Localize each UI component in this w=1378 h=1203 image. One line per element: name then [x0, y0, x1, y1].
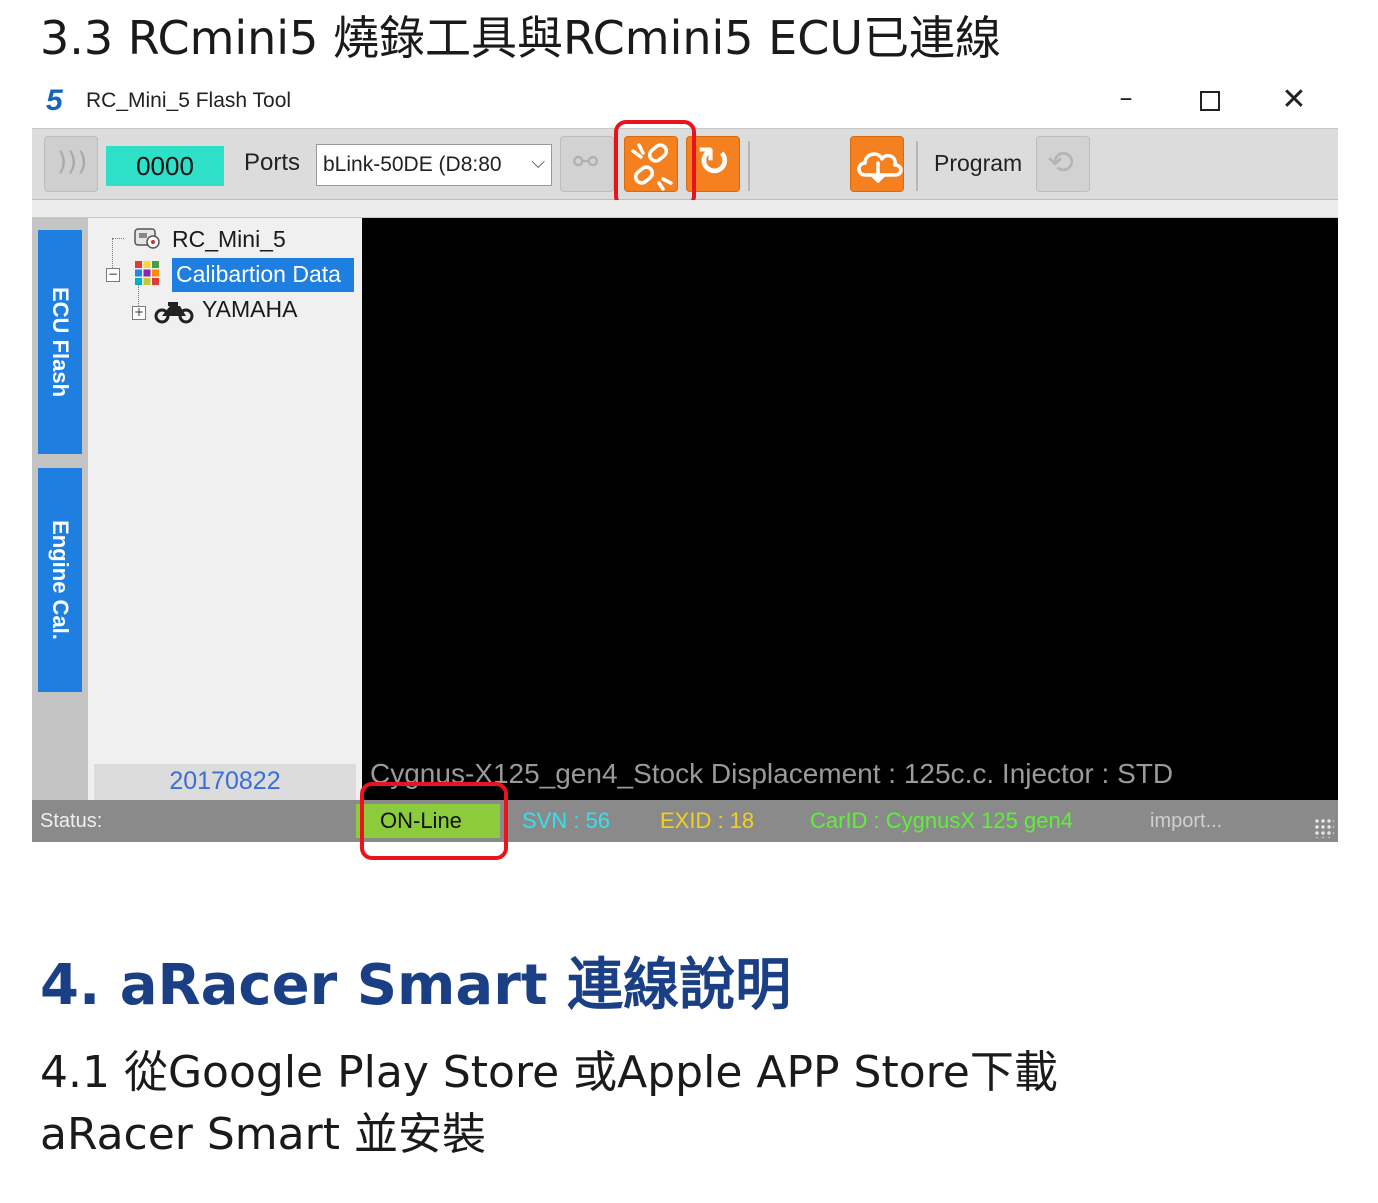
- app-logo: 5: [46, 84, 63, 117]
- version-date: 20170822: [94, 764, 356, 800]
- highlight-disconnect: [614, 120, 696, 208]
- program-label: Program: [934, 150, 1023, 176]
- toolbar-separator: [916, 141, 918, 191]
- tab-ecu-flash-label: ECU Flash: [48, 286, 73, 398]
- section-heading-4-1-line2: aRacer Smart 並安裝: [40, 1109, 486, 1160]
- status-bar: Status: ON-Line SVN : 56 EXID : 18 CarID…: [32, 800, 1338, 842]
- wireless-icon: ))): [57, 147, 88, 177]
- tab-ecu-flash[interactable]: ECU Flash: [38, 230, 82, 454]
- resize-grip-icon[interactable]: [1314, 818, 1334, 838]
- refresh-icon: ↻: [697, 139, 731, 185]
- tree-panel: RC_Mini_5 − Calibartion Data + YAMAHA 20…: [88, 218, 362, 800]
- close-button[interactable]: ✕: [1264, 82, 1324, 120]
- status-svn: SVN : 56: [522, 808, 611, 833]
- link-icon: ⚯: [573, 145, 599, 180]
- chevron-down-icon: ⌵: [531, 152, 545, 173]
- flash-tool-window: 5 RC_Mini_5 Flash Tool – ✕ ))) 0000 Port…: [32, 80, 1338, 860]
- toolbar-separator: [748, 141, 750, 191]
- section-heading-4-1-line1: 4.1 從Google Play Store 或Apple APP Store下…: [40, 1047, 1058, 1098]
- tree-item-yamaha[interactable]: YAMAHA: [202, 296, 297, 323]
- tree-item-rc-mini-5[interactable]: RC_Mini_5: [172, 226, 286, 253]
- highlight-online: [360, 782, 508, 860]
- minimize-button[interactable]: –: [1096, 82, 1156, 120]
- maximize-icon: [1200, 91, 1220, 111]
- program-button[interactable]: ⟲: [1036, 136, 1090, 192]
- window-title: RC_Mini_5 Flash Tool: [86, 89, 292, 112]
- tree-item-calibration-data-label: Calibartion Data: [176, 261, 341, 287]
- collapse-icon[interactable]: −: [106, 268, 120, 282]
- maximize-button[interactable]: [1180, 82, 1240, 120]
- tree-line: [112, 238, 113, 268]
- ports-select[interactable]: bLink-50DE (D8:80 ⌵: [316, 144, 552, 186]
- version-date-text: 20170822: [169, 767, 281, 795]
- title-bar: 5 RC_Mini_5 Flash Tool – ✕: [32, 80, 1338, 124]
- ports-select-value: bLink-50DE (D8:80: [323, 153, 502, 176]
- tab-engine-cal-label: Engine Cal.: [48, 520, 73, 640]
- ports-label: Ports: [244, 149, 301, 176]
- ecu-icon: [134, 228, 160, 249]
- status-import: import...: [1150, 810, 1223, 832]
- section-heading-3-3: 3.3 RCmini5 燒錄工具與RCmini5 ECU已連線: [40, 11, 1002, 65]
- calibration-grid-icon: [135, 261, 159, 285]
- connect-button[interactable]: ⚯: [560, 136, 614, 192]
- wireless-button[interactable]: ))): [44, 136, 98, 192]
- status-exid: EXID : 18: [660, 808, 755, 833]
- status-label: Status:: [40, 810, 103, 832]
- program-icon: ⟲: [1047, 143, 1074, 181]
- side-tab-strip: ECU Flash Engine Cal.: [32, 218, 88, 800]
- tree-line: [112, 238, 124, 239]
- cloud-download-icon: [857, 152, 903, 183]
- cloud-download-button[interactable]: [850, 136, 904, 192]
- counter-display: 0000: [106, 146, 224, 186]
- tree-item-calibration-data[interactable]: Calibartion Data: [172, 258, 354, 292]
- expand-icon[interactable]: +: [132, 306, 146, 320]
- sub-toolbar: [32, 200, 1338, 218]
- main-display: Cygnus-X125_gen4_Stock Displacement : 12…: [362, 218, 1338, 800]
- tab-engine-cal[interactable]: Engine Cal.: [38, 468, 82, 692]
- motorcycle-icon: [154, 302, 194, 324]
- section-heading-4: 4. aRacer Smart 連線說明: [40, 953, 792, 1018]
- status-carid: CarID : CygnusX 125 gen4: [810, 808, 1073, 833]
